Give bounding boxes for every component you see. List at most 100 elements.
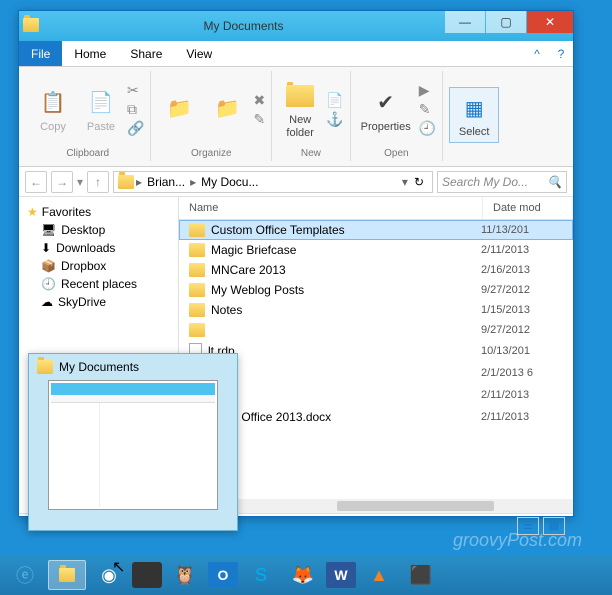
- breadcrumb-item[interactable]: Brian...: [144, 175, 188, 189]
- menu-file[interactable]: File: [19, 41, 62, 66]
- menu-view[interactable]: View: [174, 41, 224, 66]
- open-icon[interactable]: ▶: [419, 82, 436, 99]
- file-row[interactable]: My Weblog Posts9/27/2012: [179, 280, 573, 300]
- new-folder-button[interactable]: New folder: [278, 78, 322, 140]
- taskbar-vlc-icon[interactable]: ▲: [360, 560, 398, 590]
- forward-button[interactable]: →: [51, 171, 73, 193]
- new-item-icon[interactable]: 📄: [326, 92, 343, 109]
- sidebar-item-label: SkyDrive: [58, 295, 106, 309]
- titlebar[interactable]: My Documents — ▢ ✕: [19, 11, 573, 41]
- taskbar-app-icon[interactable]: 🦉: [166, 560, 204, 590]
- folder-icon: [189, 243, 205, 257]
- sidebar-item[interactable]: 🖥Desktop: [19, 221, 178, 239]
- file-row[interactable]: es for Office 2013.docx2/11/2013: [179, 406, 573, 428]
- refresh-button[interactable]: ↻: [410, 175, 428, 189]
- file-row[interactable]: 9/27/2012: [179, 320, 573, 340]
- minimize-button[interactable]: —: [445, 11, 485, 33]
- cut-icon[interactable]: ✂: [127, 82, 144, 99]
- window-title: My Documents: [43, 19, 444, 33]
- taskbar-ie-icon[interactable]: ⓔ: [6, 560, 44, 590]
- menubar: File Home Share View ^ ?: [19, 41, 573, 67]
- taskbar-firefox-icon[interactable]: 🦊: [284, 560, 322, 590]
- move-to-button: 📁: [157, 91, 201, 129]
- breadcrumb-item[interactable]: My Docu...: [198, 175, 261, 189]
- move-icon: 📁: [163, 93, 195, 125]
- file-row[interactable]: lt.rdp10/13/201: [179, 340, 573, 362]
- taskbar: ⓔ ◉ 🦉 O S 🦊 W ▲ ⬛: [0, 555, 612, 595]
- file-row[interactable]: Notes1/15/2013: [179, 300, 573, 320]
- file-row[interactable]: .txt2/1/2013 6: [179, 362, 573, 384]
- properties-icon: ✔: [370, 87, 402, 119]
- file-date: 2/11/2013: [481, 389, 563, 401]
- breadcrumb-dropdown-icon[interactable]: ▾: [402, 175, 408, 189]
- sidebar-item[interactable]: 🕘Recent places: [19, 275, 178, 293]
- taskbar-app-icon[interactable]: [132, 562, 162, 588]
- ribbon-collapse-button[interactable]: ^: [525, 41, 549, 66]
- folder-icon: [189, 223, 205, 237]
- star-icon: ★: [27, 205, 38, 219]
- paste-shortcut-icon[interactable]: 🔗: [127, 120, 144, 137]
- watermark: groovyPost.com: [453, 530, 582, 551]
- edit-icon[interactable]: ✎: [419, 101, 436, 118]
- sidebar-item-icon: 🖥: [41, 223, 56, 237]
- search-icon: 🔍: [547, 175, 562, 189]
- column-name[interactable]: Name: [179, 197, 483, 219]
- file-row[interactable]: ile.txt2/11/2013: [179, 384, 573, 406]
- folder-icon: [189, 303, 205, 317]
- taskbar-app-icon[interactable]: ⬛: [402, 560, 440, 590]
- file-name: MNCare 2013: [211, 263, 286, 277]
- back-button[interactable]: ←: [25, 171, 47, 193]
- file-date: 10/13/201: [481, 345, 563, 357]
- select-button[interactable]: ▦ Select: [449, 87, 499, 143]
- search-input[interactable]: Search My Do... 🔍: [437, 171, 567, 193]
- file-date: 2/16/2013: [481, 264, 563, 276]
- maximize-button[interactable]: ▢: [486, 11, 526, 33]
- file-date: 11/13/201: [481, 224, 563, 236]
- file-row[interactable]: MNCare 2013 2/16/2013: [179, 260, 573, 280]
- sidebar-item[interactable]: 📦Dropbox: [19, 257, 178, 275]
- help-button[interactable]: ?: [549, 41, 573, 66]
- group-organize: Organize: [157, 148, 265, 161]
- select-icon: ▦: [458, 92, 490, 124]
- up-button[interactable]: ↑: [87, 171, 109, 193]
- close-button[interactable]: ✕: [527, 11, 573, 33]
- horizontal-scrollbar[interactable]: [179, 499, 573, 513]
- breadcrumb[interactable]: ▸ Brian... ▸ My Docu... ▾ ↻: [113, 171, 433, 193]
- properties-button[interactable]: ✔ Properties: [357, 85, 415, 135]
- file-date: 2/1/2013 6: [481, 367, 563, 379]
- taskbar-thumbnail[interactable]: My Documents: [28, 353, 238, 531]
- copy-path-icon[interactable]: ⧉: [127, 101, 144, 118]
- folder-icon: [189, 283, 205, 297]
- thumbnail-preview: [48, 380, 218, 510]
- sidebar-item-icon: 🕘: [41, 277, 56, 291]
- ribbon: 📋 Copy 📄 Paste ✂ ⧉ 🔗 Clipboard 📁 📁: [19, 67, 573, 167]
- sidebar-item-icon: 📦: [41, 259, 56, 273]
- taskbar-explorer-icon[interactable]: [48, 560, 86, 590]
- sidebar-item[interactable]: ☁ SkyDrive: [19, 293, 178, 311]
- menu-share[interactable]: Share: [118, 41, 174, 66]
- file-row[interactable]: Custom Office Templates11/13/201: [179, 220, 573, 240]
- file-row[interactable]: Magic Briefcase2/11/2013: [179, 240, 573, 260]
- sidebar-item-icon: ⬇: [41, 241, 51, 255]
- breadcrumb-folder-icon: [118, 175, 134, 189]
- taskbar-word-icon[interactable]: W: [326, 562, 356, 588]
- easy-access-icon[interactable]: ⚓: [326, 111, 343, 128]
- folder-icon: [189, 263, 205, 277]
- history-icon[interactable]: 🕘: [419, 120, 436, 137]
- rename-icon[interactable]: ✎: [253, 111, 265, 128]
- delete-icon[interactable]: ✖: [253, 92, 265, 109]
- file-date: 2/11/2013: [481, 411, 563, 423]
- group-open: Open: [357, 148, 437, 161]
- file-list: Name Date mod Custom Office Templates11/…: [179, 197, 573, 513]
- sidebar-item[interactable]: ⬇Downloads: [19, 239, 178, 257]
- paste-button: 📄 Paste: [79, 85, 123, 135]
- taskbar-outlook-icon[interactable]: O: [208, 562, 238, 588]
- thumbnail-folder-icon: [37, 360, 53, 374]
- recent-dropdown-icon[interactable]: ▾: [77, 175, 83, 189]
- taskbar-skype-icon[interactable]: S: [242, 560, 280, 590]
- sidebar-item-icon: ☁: [41, 295, 53, 309]
- column-date[interactable]: Date mod: [483, 197, 573, 219]
- favorites-header[interactable]: ★ Favorites: [19, 203, 178, 221]
- copy-to-button: 📁: [205, 91, 249, 129]
- menu-home[interactable]: Home: [62, 41, 118, 66]
